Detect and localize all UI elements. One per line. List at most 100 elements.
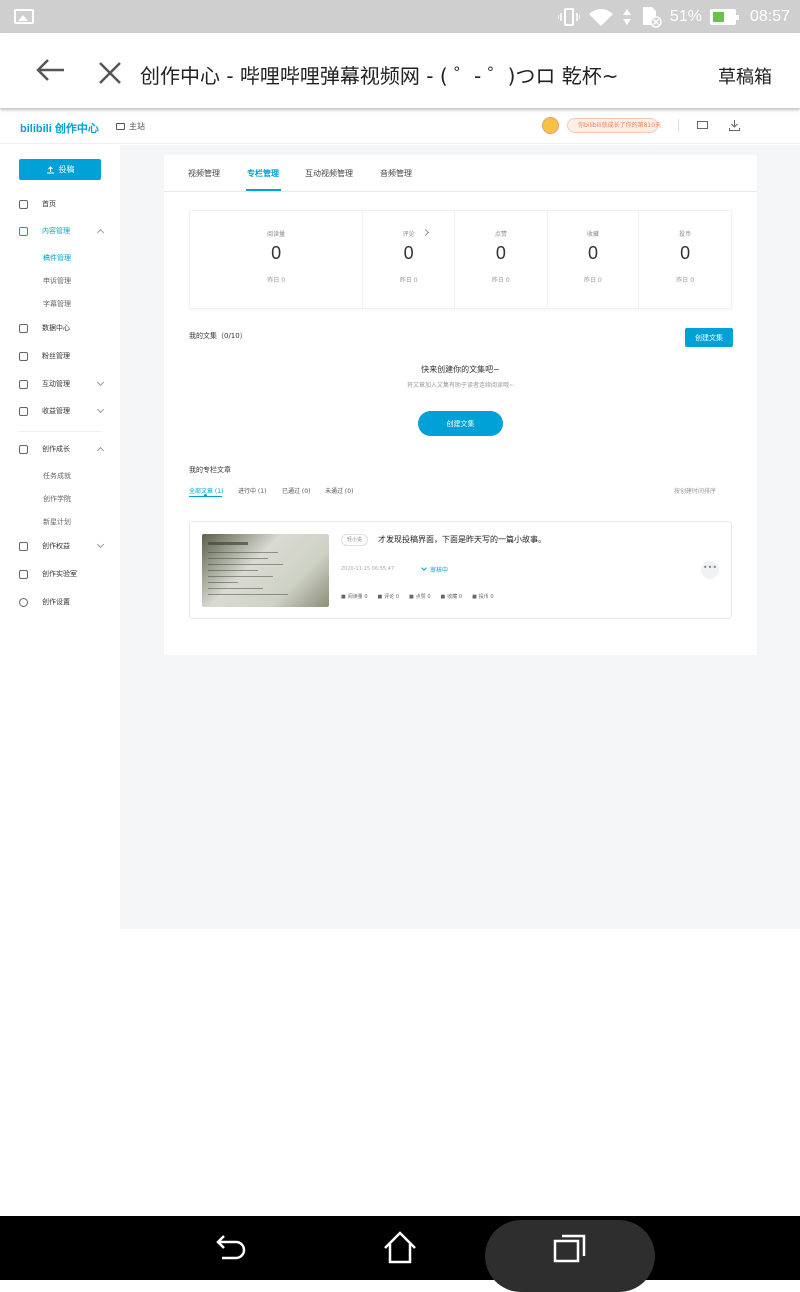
data-arrows-icon: [622, 8, 631, 25]
battery-percent: 51%: [669, 7, 702, 25]
graduation-cap-icon: [19, 444, 28, 454]
active-filter-dot: [204, 494, 207, 497]
sidebar-item-content[interactable]: 内容管理: [19, 224, 109, 238]
sidebar-item-home[interactable]: 首页: [19, 197, 109, 211]
stat-yesterday: 昨日 0: [584, 277, 602, 284]
chevron-down-icon: [96, 405, 105, 414]
article-timestamp: 2020-11-15 06:55:47: [341, 566, 395, 572]
article-thumbnail[interactable]: [202, 534, 329, 607]
main-site-link[interactable]: 主站: [116, 121, 145, 132]
collections-title: 我的文集（0/10）: [189, 332, 247, 340]
mail-icon[interactable]: [697, 121, 708, 129]
create-collection-button[interactable]: 创建文集: [685, 328, 733, 347]
user-icon: [19, 351, 28, 361]
more-options-button[interactable]: •••: [701, 561, 719, 579]
download-icon[interactable]: [729, 120, 740, 131]
sidebar-divider: [19, 431, 101, 432]
sidebar-item-label: 互动管理: [42, 380, 70, 388]
stat-value: 0: [495, 243, 506, 263]
filter-rejected[interactable]: 未通过 (0): [325, 486, 353, 495]
stats-panel: 阅读量 0 昨日 0 评论 0 昨日 0 点赞 0 昨日 0 收藏 0 昨日 0…: [189, 210, 732, 309]
upload-cloud-icon: [46, 165, 54, 173]
sidebar-item-fans[interactable]: 粉丝管理: [19, 349, 109, 363]
tab-audio[interactable]: 音频管理: [380, 168, 412, 179]
close-icon[interactable]: [96, 59, 124, 87]
stat-yesterday: 昨日 0: [267, 277, 286, 284]
sidebar-item-label: 创作实验室: [42, 570, 77, 578]
stat-label: 点赞: [494, 231, 507, 238]
sidebar-item-label: 创作设置: [42, 598, 70, 606]
sidebar-item-label: 收益管理: [42, 407, 70, 415]
empty-collections-subtitle: 将文章加入文集有助于读者连续阅读哦~: [406, 382, 515, 389]
data-chart-icon: [19, 323, 28, 333]
recents-icon[interactable]: [550, 1228, 590, 1268]
flask-icon: [19, 569, 28, 579]
article-card[interactable]: 轻小说 才发现投稿界面，下面是昨天写的一篇小故事。 2020-11-15 06:…: [189, 521, 732, 619]
filter-in-progress[interactable]: 进行中 (1): [238, 486, 266, 495]
stat-yesterday: 昨日 0: [399, 277, 418, 284]
wifi-icon: [588, 8, 613, 26]
sidebar-sub-appeals[interactable]: 申诉管理: [43, 276, 71, 286]
chevron-down-icon: [96, 540, 105, 549]
article-status[interactable]: 审核中: [422, 565, 448, 574]
sidebar-item-settings[interactable]: 创作设置: [19, 595, 109, 609]
system-nav-bar: [0, 1216, 800, 1292]
tab-video[interactable]: 视频管理: [188, 168, 220, 179]
sidebar-sub-drafts[interactable]: 稿件管理: [43, 253, 71, 263]
clock: 08:57: [749, 7, 790, 25]
gallery-notification-icon: [14, 9, 34, 24]
flag-icon: [19, 541, 28, 551]
sidebar-item-growth[interactable]: 创作成长: [19, 442, 109, 456]
chevron-up-icon: [96, 446, 105, 455]
stat-label: 阅读量: [267, 231, 286, 238]
publish-label: 投稿: [58, 165, 75, 174]
sort-dropdown[interactable]: 按创建时间排序: [674, 486, 716, 495]
tab-column[interactable]: 专栏管理: [247, 168, 279, 179]
status-bar: 51% 08:57: [0, 0, 800, 33]
tab-interactive-video[interactable]: 互动视频管理: [305, 168, 353, 179]
main-site-label: 主站: [129, 122, 145, 131]
header-divider: [678, 119, 679, 132]
article-title[interactable]: 才发现投稿界面，下面是昨天写的一篇小故事。: [378, 534, 546, 545]
column-management-card: 视频管理 专栏管理 互动视频管理 音频管理 阅读量 0 昨日 0 评论 0 昨日…: [164, 155, 757, 655]
sidebar-item-lab[interactable]: 创作实验室: [19, 567, 109, 581]
sidebar-item-income[interactable]: 收益管理: [19, 404, 109, 418]
stat-yesterday: 昨日 0: [491, 277, 510, 284]
sidebar-item-data[interactable]: 数据中心: [19, 321, 109, 335]
article-category-tag: 轻小说: [341, 534, 369, 546]
stat-favorites: 收藏 0 昨日 0: [548, 211, 640, 308]
sidebar-sub-academy[interactable]: 创作学院: [43, 494, 71, 504]
tab-bar: 视频管理 专栏管理 互动视频管理 音频管理: [164, 155, 757, 192]
stat-comments[interactable]: 评论 0 昨日 0: [363, 211, 456, 308]
stat-label: 评论: [402, 231, 415, 238]
site-header: bilibili 创作中心 主站 你bilibili就成长了你的第810天: [0, 108, 800, 144]
sidebar-sub-newstar[interactable]: 新星计划: [43, 517, 71, 527]
sidebar-sub-tasks[interactable]: 任务成就: [43, 471, 71, 481]
filter-approved[interactable]: 已通过 (0): [282, 486, 310, 495]
stat-value: 0: [403, 243, 414, 263]
metric-favorites: 收藏 0: [441, 593, 462, 600]
stat-value: 0: [680, 243, 691, 263]
sidebar-item-label: 粉丝管理: [42, 352, 70, 360]
home-icon[interactable]: [380, 1228, 420, 1268]
sidebar-item-rights[interactable]: 创作权益: [19, 539, 109, 553]
sidebar-item-label: 内容管理: [42, 227, 70, 235]
sidebar-sub-subtitles[interactable]: 字幕管理: [43, 299, 71, 309]
publish-button[interactable]: 投稿: [19, 159, 101, 180]
sim-icon: [642, 6, 662, 28]
gear-icon: [19, 597, 28, 607]
avatar[interactable]: [542, 117, 559, 134]
sidebar-item-label: 首页: [42, 200, 56, 208]
create-collection-cta-button[interactable]: 创建文集: [418, 411, 503, 436]
draft-box-button[interactable]: 草稿箱: [718, 63, 772, 89]
creator-center-logo[interactable]: bilibili 创作中心: [20, 120, 99, 136]
article-metrics: 阅读量 0 评论 0 点赞 0 收藏 0 投币 0: [341, 593, 494, 600]
promo-pill[interactable]: 你bilibili就成长了你的第810天: [567, 118, 661, 133]
vibrate-icon: [557, 7, 580, 26]
back-icon[interactable]: [210, 1228, 250, 1268]
back-arrow-icon[interactable]: [28, 55, 68, 85]
stat-likes: 点赞 0 昨日 0: [455, 211, 548, 308]
sidebar-item-interaction[interactable]: 互动管理: [19, 377, 109, 391]
stat-value: 0: [271, 243, 282, 263]
stat-label: 收藏: [586, 231, 599, 238]
